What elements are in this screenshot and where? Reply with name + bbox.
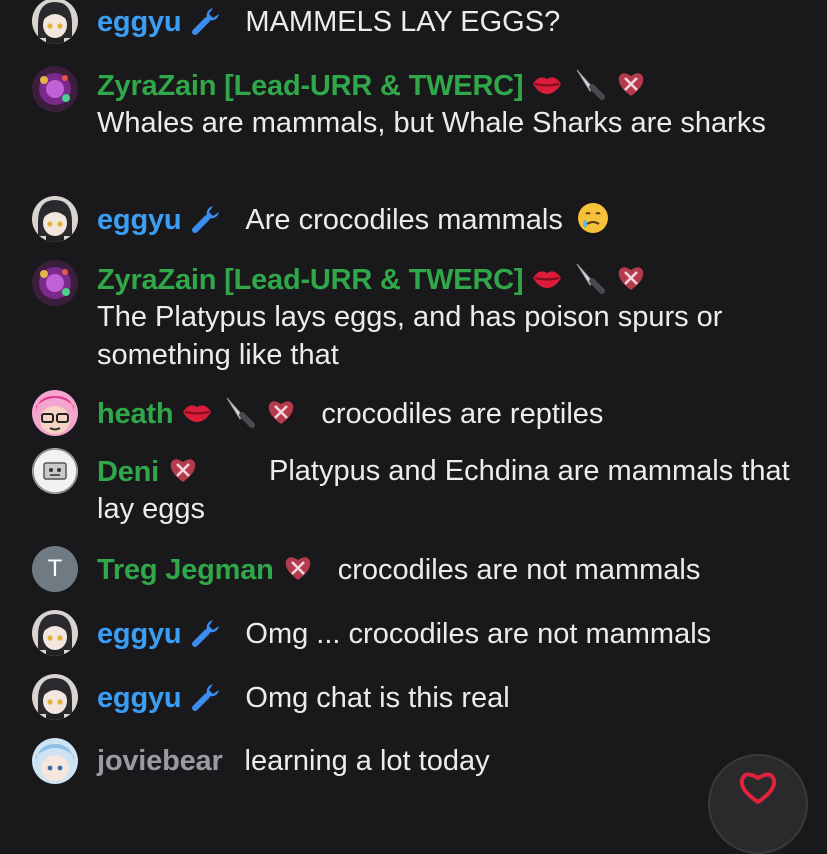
avatar[interactable] [32,390,78,436]
username[interactable]: ZyraZain [Lead-URR & TWERC] [97,70,524,102]
chat-message: eggyu Omg ... crocodiles are not mammals [32,610,813,660]
chat-message: ZyraZain [Lead-URR & TWERC] Whales are m… [32,66,813,178]
message-line: joviebear learning a lot today [97,742,813,780]
avatar[interactable] [32,448,78,494]
heart-badge-icon [613,260,649,296]
chat-message: T Treg Jegman crocodiles are not mammals [32,546,813,596]
message-line: eggyu Omg ... crocodiles are not mammals [97,614,813,653]
username[interactable]: Treg Jegman [97,554,274,586]
message-line: Treg Jegman crocodiles are not mammals [97,550,813,589]
heart-react-icon [739,772,777,804]
message-text: MAMMELS LAY EGGS? [245,6,561,38]
lips-icon [529,66,565,102]
wrench-icon [187,614,223,650]
avatar[interactable]: T [32,546,78,592]
chat-message: Deni Platypus and Echdina are mammals th… [32,448,813,528]
knife-icon [221,394,257,430]
avatar[interactable] [32,610,78,656]
message-line: eggyu Are crocodiles mammals [97,200,813,239]
chat-message: eggyu Omg chat is this real [32,674,813,724]
heart-react-button[interactable] [708,754,808,854]
message-header: ZyraZain [Lead-URR & TWERC] [97,66,813,105]
chat-message: joviebear learning a lot today [32,738,813,788]
chat-message: eggyu Are crocodiles mammals [32,196,813,246]
heart-badge-icon [280,550,316,586]
username[interactable]: eggyu [97,618,182,650]
heart-badge-icon [613,66,649,102]
avatar-initial: T [47,555,63,582]
message-text: crocodiles are reptiles [321,398,604,430]
message-text: Platypus and Echdina are mammals that la… [97,455,790,525]
username[interactable]: eggyu [97,204,182,236]
message-text: crocodiles are not mammals [337,554,701,586]
avatar[interactable] [32,0,78,44]
username[interactable]: joviebear [97,745,223,777]
message-line: eggyu Omg chat is this real [97,678,813,717]
lips-icon [529,260,565,296]
knife-icon [571,66,607,102]
chat-message: eggyu MAMMELS LAY EGGS? [32,0,813,48]
avatar[interactable] [32,674,78,720]
username[interactable]: heath [97,398,174,430]
lips-icon [179,394,215,430]
message-text: Omg chat is this real [245,682,510,714]
username[interactable]: eggyu [97,682,182,714]
message-text: learning a lot today [244,745,490,777]
message-text: Omg ... crocodiles are not mammals [245,618,712,650]
username[interactable]: ZyraZain [Lead-URR & TWERC] [97,264,524,296]
message-header: ZyraZain [Lead-URR & TWERC] [97,260,813,299]
message-text: Are crocodiles mammals [245,204,563,236]
avatar[interactable] [32,738,78,784]
message-line: eggyu MAMMELS LAY EGGS? [97,2,813,41]
wrench-icon [187,678,223,714]
avatar[interactable] [32,196,78,242]
message-text: The Platypus lays eggs, and has poison s… [97,301,723,371]
message-line: heath crocodiles are reptiles [97,394,813,433]
heart-badge-icon [263,394,299,430]
avatar[interactable] [32,66,78,112]
chat-feed: eggyu MAMMELS LAY EGGS? ZyraZain [Lead-UR… [0,0,827,854]
username[interactable]: eggyu [97,6,182,38]
avatar[interactable] [32,260,78,306]
message-text: Whales are mammals, but Whale Sharks are… [97,107,766,139]
crying-face-emoji [575,200,611,236]
knife-icon [571,260,607,296]
chat-message: ZyraZain [Lead-URR & TWERC] The Platypus… [32,260,813,372]
wrench-icon [187,200,223,236]
wrench-icon [187,2,223,38]
chat-message: heath crocodiles are reptiles [32,390,813,440]
